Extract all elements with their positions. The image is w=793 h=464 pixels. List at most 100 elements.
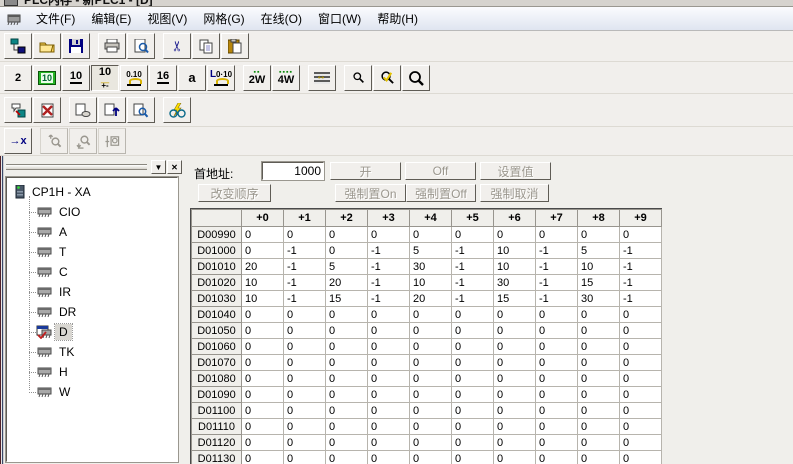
row-label-D01000[interactable]: D01000 <box>192 243 242 259</box>
tree-item-dr[interactable]: DR <box>25 302 177 322</box>
force-cancel-button[interactable]: 强制取消 <box>480 184 549 202</box>
open-button[interactable] <box>33 33 61 59</box>
cell-D00990-+5[interactable]: 0 <box>452 227 494 243</box>
tree-item-cio[interactable]: CIO <box>25 202 177 222</box>
cell-D01110-+3[interactable]: 0 <box>368 419 410 435</box>
cell-D01110-+1[interactable]: 0 <box>284 419 326 435</box>
cell-D01090-+3[interactable]: 0 <box>368 387 410 403</box>
cell-D01080-+4[interactable]: 0 <box>410 371 452 387</box>
format-bcd-button[interactable]: 10 <box>33 65 61 91</box>
cell-D01130-+3[interactable]: 0 <box>368 451 410 464</box>
cell-D01090-+0[interactable]: 0 <box>242 387 284 403</box>
print-button[interactable] <box>98 33 126 59</box>
cell-D01110-+6[interactable]: 0 <box>494 419 536 435</box>
cell-D01090-+1[interactable]: 0 <box>284 387 326 403</box>
cell-D01030-+5[interactable]: -1 <box>452 291 494 307</box>
cell-D00990-+4[interactable]: 0 <box>410 227 452 243</box>
zoom-out-button[interactable] <box>344 65 372 91</box>
cell-D01050-+5[interactable]: 0 <box>452 323 494 339</box>
cell-D01010-+0[interactable]: 20 <box>242 259 284 275</box>
cell-D01040-+0[interactable]: 0 <box>242 307 284 323</box>
cell-D01070-+8[interactable]: 0 <box>578 355 620 371</box>
cell-D01030-+6[interactable]: 15 <box>494 291 536 307</box>
tree-item-d[interactable]: D <box>25 322 177 342</box>
tree-root-cp1h[interactable]: CP1H - XA <box>11 182 177 202</box>
cell-D01070-+9[interactable]: 0 <box>620 355 662 371</box>
cell-D01010-+8[interactable]: 10 <box>578 259 620 275</box>
cell-D01080-+7[interactable]: 0 <box>536 371 578 387</box>
format-decimal-button[interactable]: 10 <box>62 65 90 91</box>
row-label-D01040[interactable]: D01040 <box>192 307 242 323</box>
cell-D01110-+8[interactable]: 0 <box>578 419 620 435</box>
cell-D01100-+4[interactable]: 0 <box>410 403 452 419</box>
cell-D01060-+2[interactable]: 0 <box>326 339 368 355</box>
cell-D01120-+1[interactable]: 0 <box>284 435 326 451</box>
cell-D01070-+3[interactable]: 0 <box>368 355 410 371</box>
cell-D01040-+6[interactable]: 0 <box>494 307 536 323</box>
cell-D00990-+7[interactable]: 0 <box>536 227 578 243</box>
menu-item[interactable]: 网格(G) <box>195 7 252 30</box>
clear-memory-button[interactable] <box>33 97 61 123</box>
cell-D01020-+6[interactable]: 30 <box>494 275 536 291</box>
column-width-button[interactable] <box>308 65 336 91</box>
tree-item-ir[interactable]: IR <box>25 282 177 302</box>
cell-D01050-+8[interactable]: 0 <box>578 323 620 339</box>
cell-D01050-+1[interactable]: 0 <box>284 323 326 339</box>
cell-D01010-+6[interactable]: 10 <box>494 259 536 275</box>
panel-grabber[interactable] <box>6 164 147 170</box>
cell-D01110-+2[interactable]: 0 <box>326 419 368 435</box>
cell-D01070-+4[interactable]: 0 <box>410 355 452 371</box>
cell-D01020-+0[interactable]: 10 <box>242 275 284 291</box>
cell-D01110-+4[interactable]: 0 <box>410 419 452 435</box>
cell-D01130-+0[interactable]: 0 <box>242 451 284 464</box>
cell-D01060-+1[interactable]: 0 <box>284 339 326 355</box>
row-label-D01130[interactable]: D01130 <box>192 451 242 464</box>
row-label-D01060[interactable]: D01060 <box>192 339 242 355</box>
cell-D01000-+1[interactable]: -1 <box>284 243 326 259</box>
row-label-D01030[interactable]: D01030 <box>192 291 242 307</box>
cell-D01020-+7[interactable]: -1 <box>536 275 578 291</box>
cell-D01030-+2[interactable]: 15 <box>326 291 368 307</box>
tree-item-h[interactable]: H <box>25 362 177 382</box>
row-label-D01090[interactable]: D01090 <box>192 387 242 403</box>
cell-D01020-+2[interactable]: 20 <box>326 275 368 291</box>
cell-D01080-+5[interactable]: 0 <box>452 371 494 387</box>
cell-D01050-+4[interactable]: 0 <box>410 323 452 339</box>
force-on-button[interactable]: 强制置On <box>335 184 406 202</box>
cell-D01090-+4[interactable]: 0 <box>410 387 452 403</box>
cell-D01110-+5[interactable]: 0 <box>452 419 494 435</box>
transfer-to-plc-button[interactable] <box>4 97 32 123</box>
cell-D01000-+0[interactable]: 0 <box>242 243 284 259</box>
cell-D01040-+8[interactable]: 0 <box>578 307 620 323</box>
format-text-button[interactable]: a <box>178 65 206 91</box>
cell-D01130-+5[interactable]: 0 <box>452 451 494 464</box>
cell-D01060-+5[interactable]: 0 <box>452 339 494 355</box>
start-address-input[interactable] <box>262 162 324 180</box>
cell-D00990-+1[interactable]: 0 <box>284 227 326 243</box>
zoom-in-button[interactable] <box>402 65 430 91</box>
cell-D01020-+1[interactable]: -1 <box>284 275 326 291</box>
cell-D01120-+9[interactable]: 0 <box>620 435 662 451</box>
cell-D01130-+2[interactable]: 0 <box>326 451 368 464</box>
cell-D01100-+7[interactable]: 0 <box>536 403 578 419</box>
row-label-D01020[interactable]: D01020 <box>192 275 242 291</box>
cell-D01080-+6[interactable]: 0 <box>494 371 536 387</box>
cell-D01100-+1[interactable]: 0 <box>284 403 326 419</box>
cell-D01000-+4[interactable]: 5 <box>410 243 452 259</box>
cell-D01110-+9[interactable]: 0 <box>620 419 662 435</box>
cell-D01090-+6[interactable]: 0 <box>494 387 536 403</box>
cell-D01080-+9[interactable]: 0 <box>620 371 662 387</box>
menu-item[interactable]: 文件(F) <box>28 7 83 30</box>
cell-D00990-+0[interactable]: 0 <box>242 227 284 243</box>
cell-D01000-+8[interactable]: 5 <box>578 243 620 259</box>
format-binary-button[interactable]: 2 <box>4 65 32 91</box>
cell-D01020-+4[interactable]: 10 <box>410 275 452 291</box>
cell-D01100-+9[interactable]: 0 <box>620 403 662 419</box>
cell-D01010-+5[interactable]: -1 <box>452 259 494 275</box>
compare-memory-button[interactable] <box>69 97 97 123</box>
cell-D01040-+1[interactable]: 0 <box>284 307 326 323</box>
cell-D01060-+3[interactable]: 0 <box>368 339 410 355</box>
row-label-D01010[interactable]: D01010 <box>192 259 242 275</box>
tree-item-c[interactable]: C <box>25 262 177 282</box>
cell-D01030-+4[interactable]: 20 <box>410 291 452 307</box>
